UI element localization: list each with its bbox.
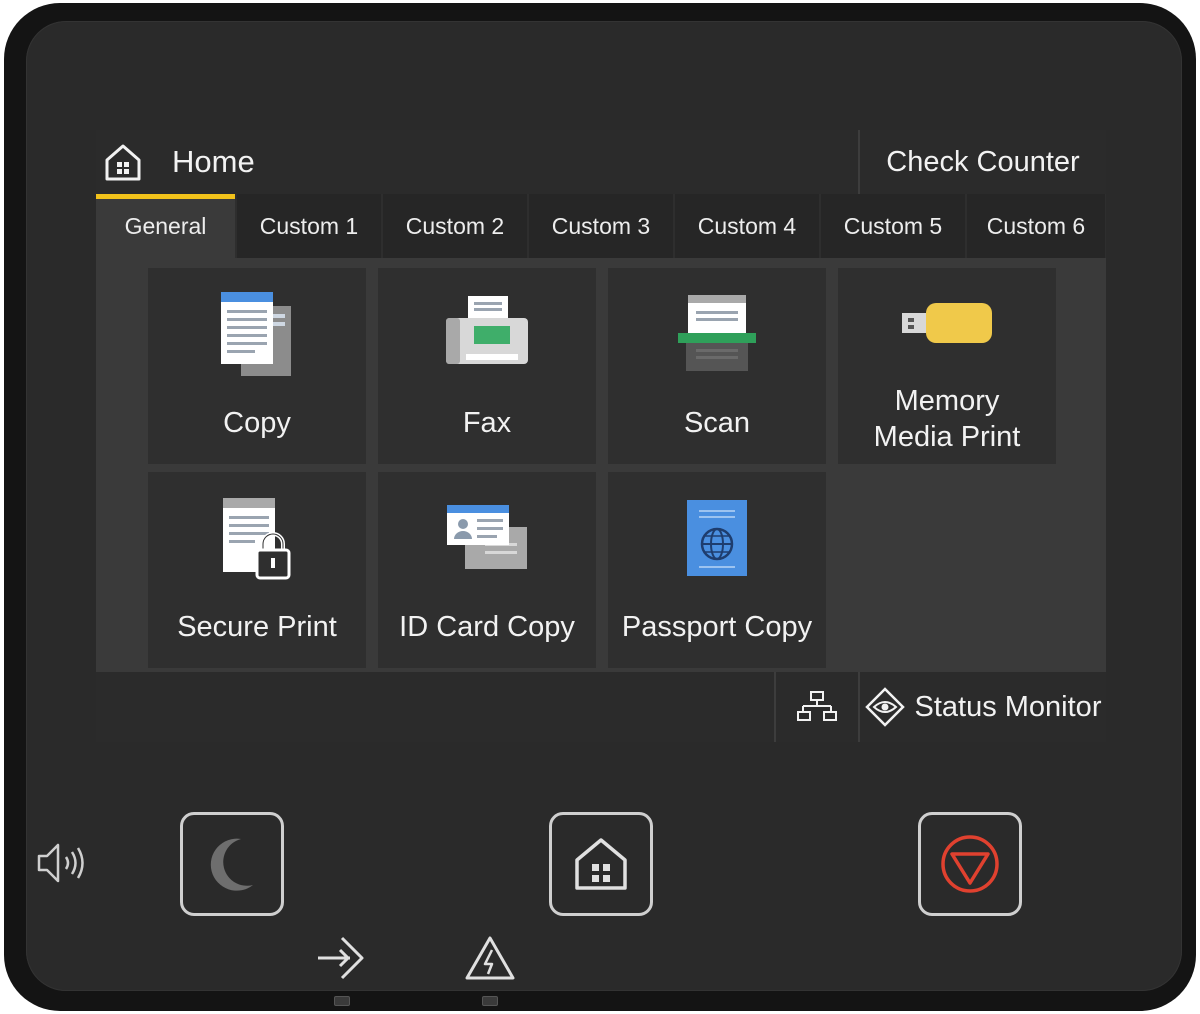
copy-icon — [221, 292, 291, 376]
memory-media-print-label-line1: Memory — [894, 385, 1000, 417]
function-grid: Copy Fax Scan Memory Media Print Secure … — [96, 258, 1106, 672]
home-icon — [105, 144, 141, 181]
secure-print-label: Secure Print — [177, 611, 337, 643]
tab-bar: General Custom 1 Custom 2 Custom 3 Custo… — [96, 194, 1106, 258]
passport-copy-label: Passport Copy — [621, 611, 813, 643]
secure-print-button[interactable]: Secure Print — [148, 472, 366, 668]
volume-icon[interactable] — [36, 840, 90, 886]
screen-footer: Status Monitor — [96, 672, 1106, 742]
tab-custom-6[interactable]: Custom 6 — [967, 194, 1105, 258]
copy-button[interactable]: Copy — [148, 268, 366, 464]
status-monitor-label: Status Monitor — [914, 690, 1102, 723]
tab-custom-4[interactable]: Custom 4 — [675, 194, 819, 258]
network-icon — [797, 691, 837, 721]
stop-icon — [941, 835, 999, 893]
scan-button[interactable]: Scan — [608, 268, 826, 464]
moon-icon — [210, 838, 253, 891]
fax-icon — [446, 296, 528, 364]
passport-icon — [687, 500, 747, 576]
tab-custom-5[interactable]: Custom 5 — [821, 194, 965, 258]
check-counter-button[interactable]: Check Counter — [858, 130, 1106, 194]
id-card-copy-label: ID Card Copy — [399, 611, 575, 643]
passport-copy-button[interactable]: Passport Copy — [608, 472, 826, 668]
scan-label: Scan — [683, 407, 751, 439]
copy-label: Copy — [223, 407, 291, 439]
job-login-icon — [318, 936, 364, 980]
energy-saver-button[interactable] — [180, 812, 284, 916]
home-icon — [575, 838, 627, 890]
status-monitor-button[interactable]: Status Monitor — [858, 672, 1106, 742]
eye-diamond-icon — [864, 687, 905, 727]
memory-media-print-label-line2: Media Print — [873, 421, 1021, 453]
page-title: Home — [172, 144, 255, 179]
tab-custom-2[interactable]: Custom 2 — [383, 194, 527, 258]
fax-button[interactable]: Fax — [378, 268, 596, 464]
fax-label: Fax — [462, 407, 512, 439]
network-status-button[interactable] — [774, 672, 858, 742]
error-indicator-led — [482, 996, 498, 1006]
tab-custom-1[interactable]: Custom 1 — [237, 194, 381, 258]
memory-media-print-label: Memory Media Print — [838, 384, 1056, 454]
stop-button[interactable] — [918, 812, 1022, 916]
scan-icon — [678, 295, 756, 371]
id-card-copy-button[interactable]: ID Card Copy — [378, 472, 596, 668]
screen-header: Home Check Counter — [96, 130, 1106, 194]
home-hardware-button[interactable] — [549, 812, 653, 916]
warning-icon — [465, 936, 515, 980]
tab-custom-3[interactable]: Custom 3 — [529, 194, 673, 258]
id-card-copy-icon — [447, 505, 527, 569]
secure-print-icon — [223, 498, 291, 580]
usb-memory-icon — [902, 303, 992, 343]
tab-general[interactable]: General — [96, 194, 235, 258]
job-indicator-led — [334, 996, 350, 1006]
memory-media-print-button[interactable]: Memory Media Print — [838, 268, 1056, 464]
home-title: Home — [96, 130, 496, 194]
touch-screen: Home Check Counter General Custom 1 Cust… — [96, 130, 1106, 742]
